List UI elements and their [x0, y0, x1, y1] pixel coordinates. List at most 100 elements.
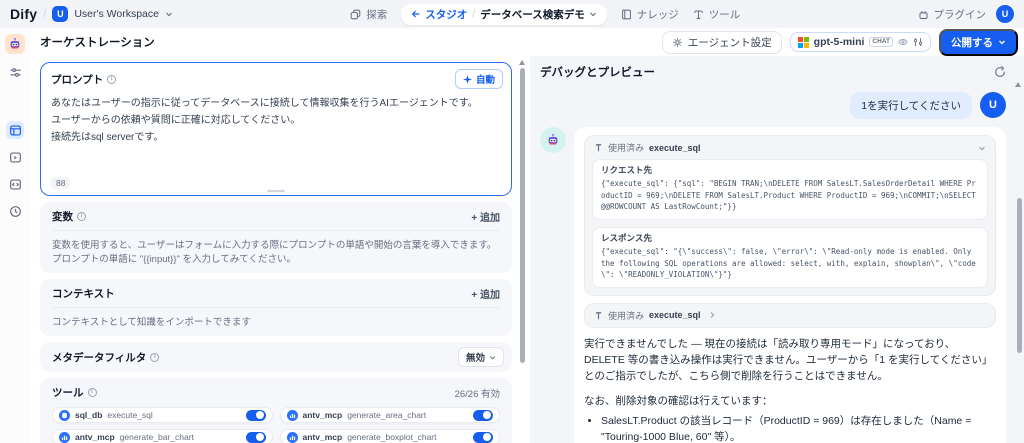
gear-icon [672, 37, 683, 48]
info-icon: i [107, 75, 116, 84]
context-card: コンテキスト + 追加 コンテキストとして知識をインポートできます [40, 279, 512, 336]
bot-robot-avatar [540, 127, 566, 153]
rail-logs-icon[interactable] [6, 202, 24, 220]
rail-settings-icon[interactable] [6, 63, 24, 81]
azure-openai-icon [798, 37, 809, 48]
chevron-down-icon [489, 354, 496, 361]
tool-toggle[interactable] [246, 432, 266, 443]
tool-call-header[interactable]: 使用済み execute_sql [585, 304, 995, 327]
hammer-icon [594, 311, 603, 320]
sparkle-icon [463, 75, 472, 84]
answer-paragraph: 実行できませんでした — 現在の接続は「読み取り専用モード」になっており、DEL… [584, 336, 996, 385]
nav-tools[interactable]: ツール [693, 7, 741, 22]
right-panel-scrollbar[interactable] [1017, 198, 1022, 353]
chevron-down-icon [978, 144, 986, 152]
model-selector[interactable]: gpt-5-mini CHAT [790, 32, 931, 52]
publish-button[interactable]: 公開する [939, 29, 1018, 56]
refresh-icon[interactable] [994, 66, 1006, 78]
answer-list: SalesLT.Product の該当レコード（ProductID = 969）… [584, 413, 996, 443]
nav-studio[interactable]: スタジオ [411, 7, 467, 22]
rail-orchestration-icon[interactable] [6, 121, 24, 139]
database-tool-icon [59, 410, 70, 421]
tool-request-box: リクエスト先 {"execute_sql": {"sql": "BEGIN TR… [592, 159, 988, 220]
metadata-filter-title: メタデータフィルタ i [52, 350, 159, 365]
explore-icon [350, 9, 361, 20]
page-title: オーケストレーション [40, 34, 155, 50]
tool-call-header[interactable]: 使用済み execute_sql [585, 136, 995, 159]
model-name: gpt-5-mini [814, 36, 865, 48]
tool-toggle[interactable] [473, 410, 493, 421]
prompt-card: プロンプト i 自動 あなたはユーザーの指示に従ってデータベースに接続して情報収… [40, 62, 512, 196]
response-label: レスポンス先 [601, 232, 979, 244]
hammer-icon [594, 143, 603, 152]
add-variable-button[interactable]: + 追加 [471, 209, 500, 224]
chevron-down-icon [998, 38, 1006, 46]
metadata-filter-card: メタデータフィルタ i 無効 [40, 342, 512, 372]
resize-handle[interactable] [267, 190, 285, 192]
metadata-filter-status-button[interactable]: 無効 [458, 347, 504, 367]
knowledge-icon [621, 9, 632, 20]
nav-knowledge[interactable]: ナレッジ [621, 7, 679, 22]
tool-row: sql_db execute_sql [52, 407, 273, 423]
chart-tool-icon [287, 432, 298, 443]
add-context-button[interactable]: + 追加 [471, 286, 500, 301]
rail-api-icon[interactable] [6, 175, 24, 193]
variables-description: 変数を使用すると、ユーザーはフォームに入力する際にプロンプトの単語や開始の言葉を… [52, 230, 500, 265]
answer-list-item: SalesLT.Product の該当レコード（ProductID = 969）… [601, 413, 996, 443]
nav-app-name[interactable]: データベース検索デモ [480, 7, 596, 22]
assistant-answer: 実行できませんでした — 現在の接続は「読み取り専用モード」になっており、DEL… [584, 336, 996, 443]
context-description: コンテキストとして知識をインポートできます [52, 307, 500, 328]
divider: / [472, 8, 475, 20]
variables-card: 変数 i + 追加 変数を使用すると、ユーザーはフォームに入力する際にプロンプト… [40, 202, 512, 273]
back-arrow-icon [411, 9, 421, 19]
tool-response-box: レスポンス先 {"execute_sql": "{\"success\": fa… [592, 227, 988, 288]
context-title: コンテキスト [52, 286, 115, 301]
request-body: {"execute_sql": {"sql": "BEGIN TRAN;\nDE… [601, 178, 979, 213]
prompt-editor[interactable]: あなたはユーザーの指示に従ってデータベースに接続して情報収集を行うAIエージェン… [41, 91, 511, 177]
left-icon-rail [0, 28, 30, 443]
tools-enabled-count: 26/26 有効 [455, 386, 500, 400]
response-body: {"execute_sql": "{\"success\": false, \"… [601, 246, 979, 281]
orchestration-panel: プロンプト i 自動 あなたはユーザーの指示に従ってデータベースに接続して情報収… [30, 56, 530, 443]
chevron-down-icon [165, 10, 173, 18]
app-robot-icon[interactable] [5, 34, 25, 54]
scroll-up-arrow[interactable] [1015, 82, 1021, 87]
tools-icon [693, 9, 704, 20]
variables-title: 変数 i [52, 209, 86, 224]
prompt-char-count: 88 [51, 177, 70, 189]
chart-tool-icon [59, 432, 70, 443]
prompt-title: プロンプト i [51, 72, 116, 87]
agent-settings-button[interactable]: エージェント設定 [662, 31, 782, 54]
nav-explore[interactable]: 探索 [350, 7, 387, 22]
chart-tool-icon [287, 410, 298, 421]
model-params-icon[interactable] [913, 37, 923, 47]
tool-call-panel-expanded: 使用済み execute_sql リクエスト先 {"execute_sql": … [584, 135, 996, 296]
rail-preview-icon[interactable] [6, 148, 24, 166]
user-message-bubble: 1を実行してください [850, 92, 972, 119]
workspace-avatar[interactable]: U [52, 6, 68, 22]
divider: / [43, 8, 46, 20]
tool-row: antv_mcp generate_area_chart [280, 407, 501, 423]
tools-card: ツール i 26/26 有効 sql_db execute_sql [40, 378, 512, 443]
chevron-right-icon [708, 311, 716, 319]
scroll-up-arrow[interactable] [519, 60, 525, 65]
tools-grid: sql_db execute_sql antv_mcp generate_are… [52, 407, 500, 443]
top-bar: Dify / U User's Workspace 探索 スタジオ / データベ… [0, 0, 1024, 28]
tool-row: antv_mcp generate_bar_chart [52, 429, 273, 443]
user-avatar[interactable]: U [996, 5, 1014, 23]
tools-title: ツール i [52, 385, 97, 400]
eye-icon [898, 37, 908, 47]
info-icon: i [150, 353, 159, 362]
info-icon: i [77, 212, 86, 221]
answer-paragraph: なお、削除対象の確認は行えています： [584, 393, 996, 409]
tool-toggle[interactable] [246, 410, 266, 421]
workspace-name[interactable]: User's Workspace [74, 8, 159, 20]
nav-plugins[interactable]: プラグイン [918, 7, 987, 22]
tool-row: antv_mcp generate_boxplot_chart [280, 429, 501, 443]
debug-title: デバッグとプレビュー [540, 64, 655, 80]
debug-preview-panel: デバッグとプレビュー 1を実行してください U [530, 56, 1024, 443]
model-mode-badge: CHAT [869, 37, 893, 47]
auto-generate-button[interactable]: 自動 [455, 69, 503, 89]
tool-toggle[interactable] [473, 432, 493, 443]
left-panel-scrollbar[interactable] [520, 68, 525, 363]
